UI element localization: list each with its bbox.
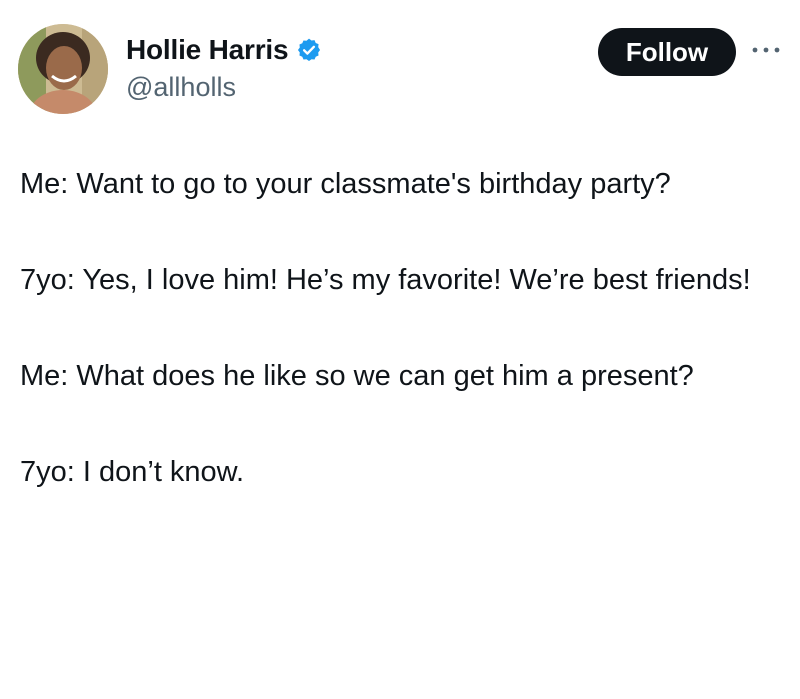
tweet-text: Me: Want to go to your classmate's birth… xyxy=(20,160,790,496)
display-name[interactable]: Hollie Harris xyxy=(126,34,289,66)
tweet-paragraph: 7yo: I don’t know. xyxy=(20,456,245,488)
more-horizontal-icon xyxy=(752,47,780,53)
author-info: Hollie Harris @allholls xyxy=(126,32,322,103)
verified-badge-icon xyxy=(296,37,322,63)
name-row: Hollie Harris xyxy=(126,32,322,68)
more-options-button[interactable] xyxy=(748,38,784,62)
tweet-paragraph: 7yo: Yes, I love him! He’s my favorite! … xyxy=(20,264,751,296)
author-handle[interactable]: @allholls xyxy=(126,72,322,103)
tweet-paragraph: Me: Want to go to your classmate's birth… xyxy=(20,168,671,200)
avatar[interactable] xyxy=(18,24,108,114)
tweet-header: Hollie Harris @allholls Follow xyxy=(0,0,800,130)
profile-photo-icon xyxy=(18,24,108,114)
tweet-paragraph: Me: What does he like so we can get him … xyxy=(20,360,694,392)
follow-button[interactable]: Follow xyxy=(598,28,736,76)
